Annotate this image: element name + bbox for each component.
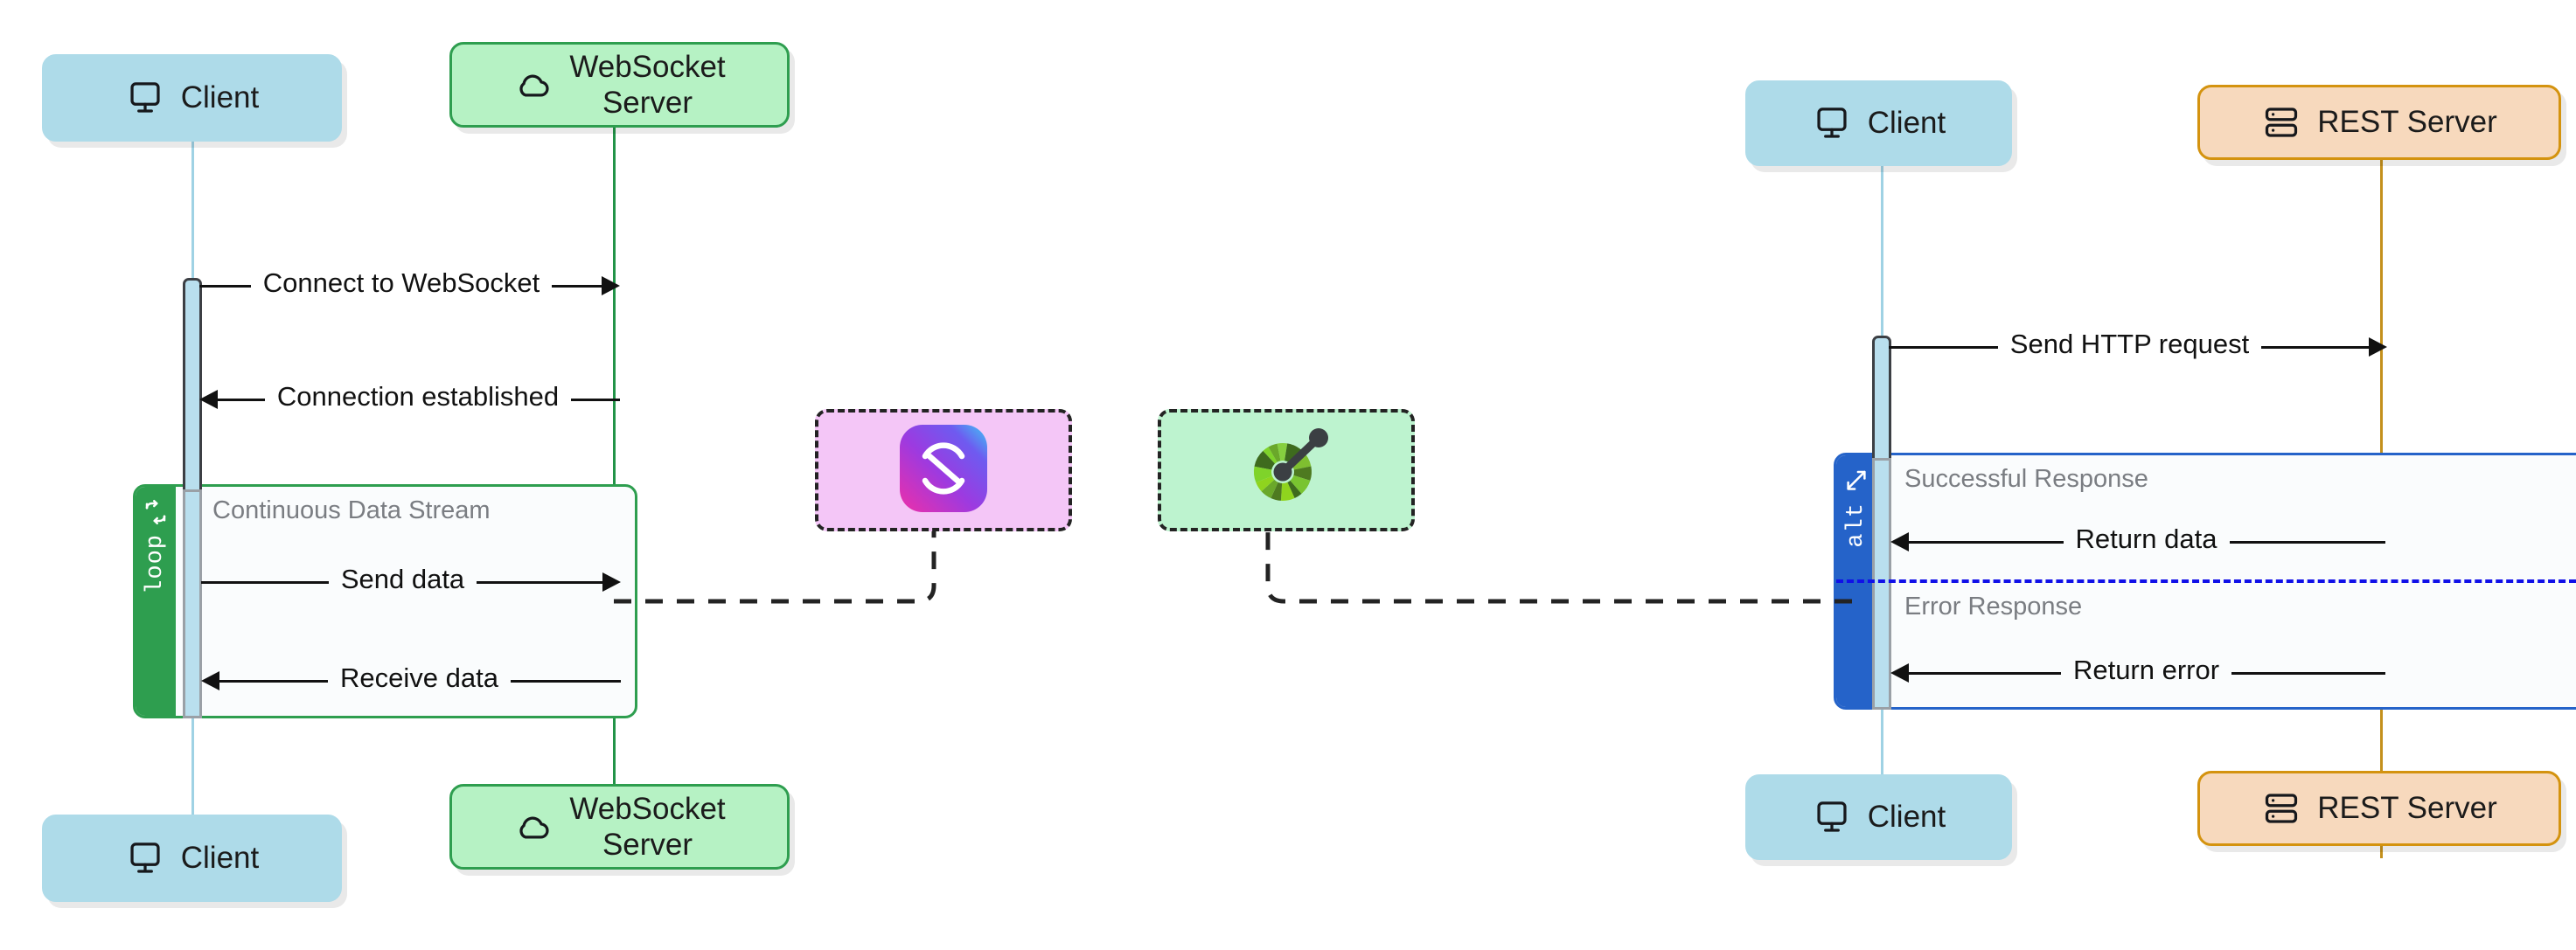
participant-client-bottom[interactable]: Client bbox=[1745, 774, 2012, 860]
message-line bbox=[571, 398, 620, 401]
activation-client-in-loop bbox=[183, 489, 202, 718]
arrowhead-left-icon bbox=[199, 390, 218, 409]
monitor-icon bbox=[125, 838, 165, 878]
message-label: Receive data bbox=[340, 662, 498, 693]
message-line bbox=[216, 398, 265, 401]
rest-sequence-diagram: Client REST Server alt Successful Respon… bbox=[1158, 0, 2576, 950]
message-receive-data: Receive data bbox=[201, 662, 622, 700]
participant-label: Client bbox=[180, 841, 260, 876]
message-line bbox=[1889, 345, 1998, 349]
participant-client-bottom[interactable]: Client bbox=[42, 815, 342, 902]
message-line bbox=[201, 580, 329, 584]
participant-rest-server-top[interactable]: REST Server bbox=[2197, 85, 2561, 160]
message-line bbox=[2231, 671, 2386, 675]
message-line bbox=[1907, 671, 2061, 675]
message-label: Return data bbox=[2075, 524, 2217, 554]
participant-label: REST Server bbox=[2317, 105, 2497, 140]
socket-io-note bbox=[815, 409, 1072, 531]
participant-label: REST Server bbox=[2317, 791, 2497, 826]
message-line bbox=[510, 679, 622, 683]
server-rack-icon bbox=[2261, 102, 2301, 142]
message-send-data: Send data bbox=[201, 563, 622, 601]
message-return-data: Return data bbox=[1890, 523, 2385, 561]
message-line bbox=[1907, 540, 2064, 544]
loop-fragment-label: loop bbox=[143, 534, 169, 594]
arrowhead-right-icon bbox=[2369, 337, 2387, 357]
alt-fragment-title-success: Successful Response bbox=[1904, 465, 2148, 493]
monitor-icon bbox=[1812, 797, 1852, 837]
message-label: Connect to WebSocket bbox=[262, 267, 540, 298]
diagram-canvas: Client WebSocket Server loop Continuous … bbox=[0, 0, 2576, 950]
message-return-error: Return error bbox=[1890, 654, 2386, 692]
websocket-sequence-diagram: Client WebSocket Server loop Continuous … bbox=[0, 0, 1312, 950]
server-rack-icon bbox=[2261, 788, 2301, 829]
participant-client-top[interactable]: Client bbox=[1745, 80, 2012, 166]
message-line bbox=[2261, 345, 2371, 349]
arrowhead-right-icon bbox=[602, 572, 622, 592]
participant-label: WebSocket Server bbox=[569, 49, 726, 120]
participant-label: Client bbox=[1867, 800, 1946, 835]
socket-gradient-logo-icon bbox=[898, 423, 989, 518]
participant-websocket-server-bottom[interactable]: WebSocket Server bbox=[449, 784, 790, 870]
alt-fragment-title-error: Error Response bbox=[1904, 593, 2083, 621]
arrowhead-left-icon bbox=[1890, 532, 1909, 551]
participant-client-top[interactable]: Client bbox=[42, 54, 342, 142]
cloud-icon bbox=[513, 807, 553, 847]
gauge-note bbox=[1158, 409, 1415, 531]
arrowhead-left-icon bbox=[1890, 663, 1909, 683]
participant-label: Client bbox=[1867, 106, 1946, 141]
arrowhead-left-icon bbox=[201, 671, 219, 690]
message-label: Connection established bbox=[276, 381, 560, 412]
message-label: Send data bbox=[340, 564, 465, 594]
participant-rest-server-bottom[interactable]: REST Server bbox=[2197, 771, 2561, 846]
message-line bbox=[552, 284, 603, 288]
message-send-http-request: Send HTTP request bbox=[1889, 328, 2387, 366]
arrowhead-right-icon bbox=[602, 276, 620, 295]
monitor-icon bbox=[1812, 103, 1852, 143]
monitor-icon bbox=[125, 78, 165, 118]
participant-label: Client bbox=[180, 80, 260, 115]
message-line bbox=[218, 679, 329, 683]
message-connect-to-websocket: Connect to WebSocket bbox=[199, 267, 620, 305]
activation-client-in-alt bbox=[1872, 458, 1891, 710]
loop-fragment-title: Continuous Data Stream bbox=[212, 496, 491, 524]
participant-websocket-server-top[interactable]: WebSocket Server bbox=[449, 42, 790, 128]
message-connection-established: Connection established bbox=[199, 380, 620, 419]
message-label: Return error bbox=[2072, 655, 2220, 685]
loop-fragment-tab: loop bbox=[136, 487, 176, 716]
cloud-icon bbox=[513, 65, 553, 105]
message-line bbox=[2229, 540, 2385, 544]
gauge-speedometer-icon bbox=[1239, 421, 1333, 520]
message-line bbox=[477, 580, 605, 584]
message-line bbox=[199, 284, 251, 288]
participant-label: WebSocket Server bbox=[569, 791, 726, 862]
refresh-loop-icon bbox=[143, 499, 169, 525]
alt-fragment-divider bbox=[1836, 579, 2576, 583]
message-label: Send HTTP request bbox=[2009, 329, 2250, 359]
